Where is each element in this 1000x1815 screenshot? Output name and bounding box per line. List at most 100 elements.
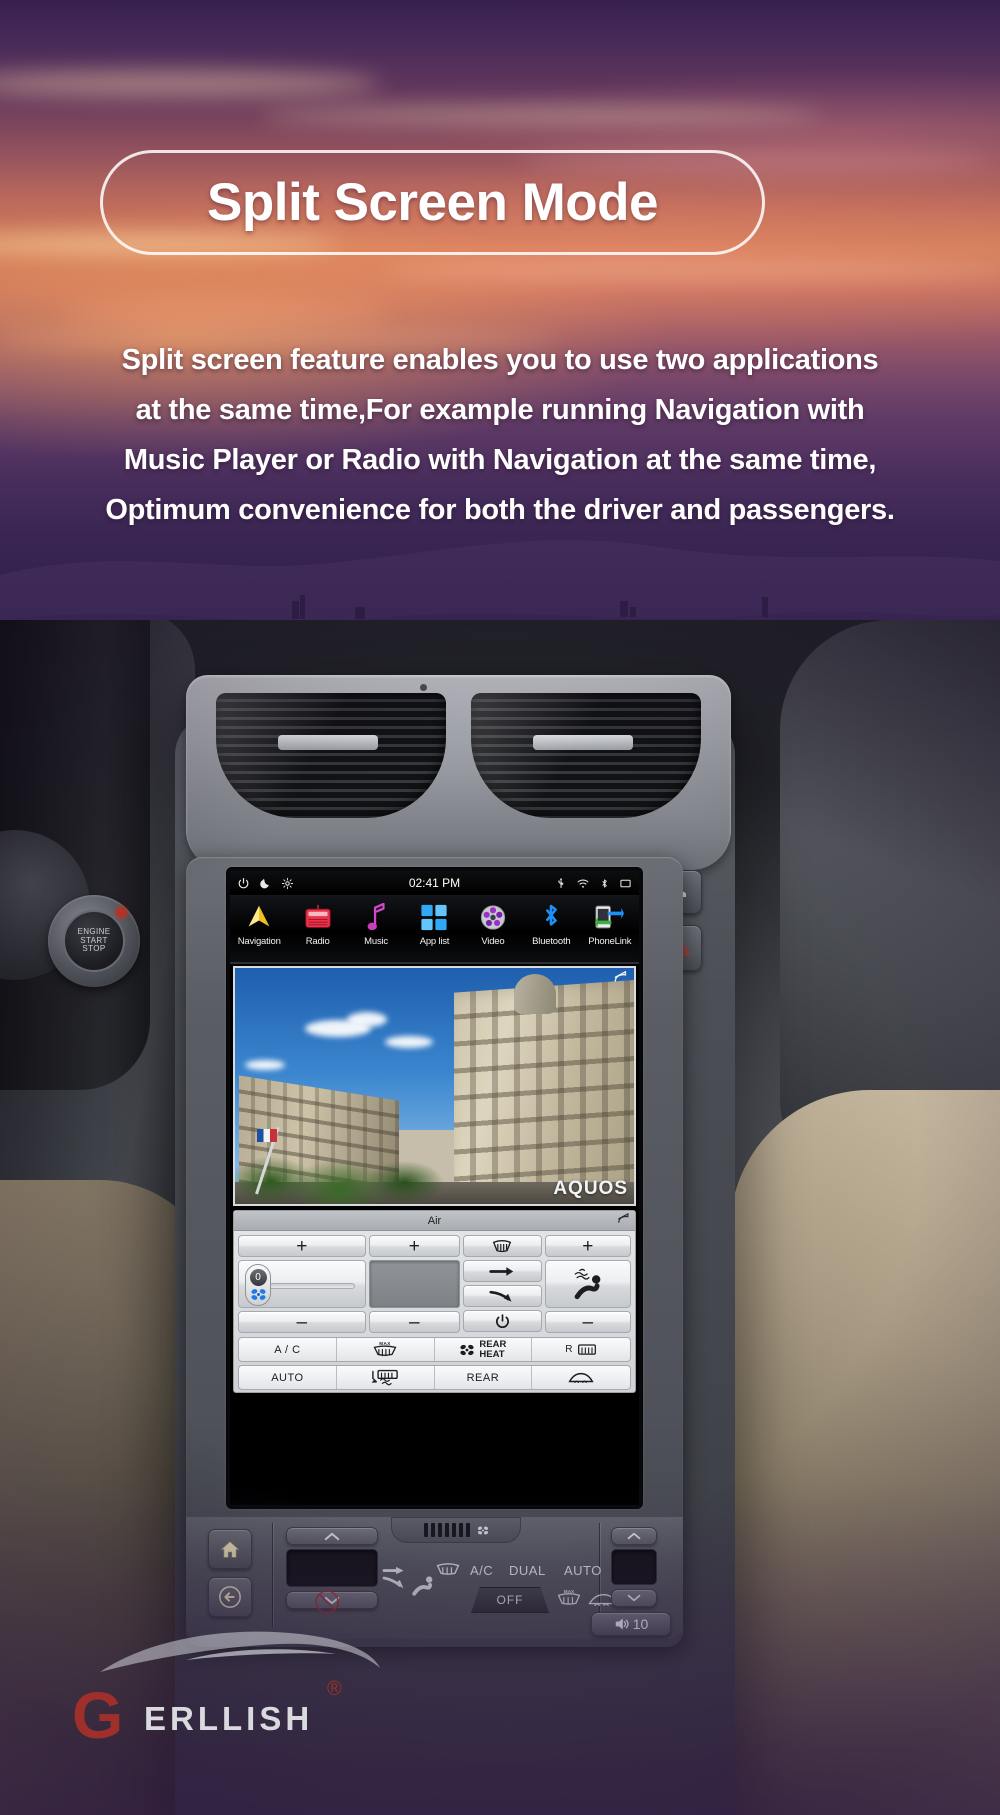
rear-heat-line2: HEAT — [479, 1348, 505, 1360]
seat-airflow-button[interactable] — [544, 1260, 631, 1308]
temperature-readout — [368, 1260, 460, 1308]
back-arrow-icon — [219, 1586, 241, 1608]
ac-label: A / C — [274, 1343, 301, 1356]
fan-slider-knob[interactable]: 0 — [245, 1264, 271, 1306]
airflow-feet-button[interactable] — [462, 1285, 542, 1307]
building-turret — [514, 974, 556, 1014]
back-button[interactable] — [208, 1577, 252, 1617]
fan-icon — [460, 1344, 475, 1355]
vent-slat — [444, 1523, 449, 1537]
head-unit: 02:41 PM Navigation Radio Music App list… — [186, 857, 683, 1647]
right-rocker-down-button[interactable] — [611, 1589, 657, 1607]
brightness-icon[interactable] — [281, 877, 294, 890]
front-defrost-button[interactable] — [462, 1235, 542, 1257]
engine-start-stop-button[interactable]: ENGINE START STOP — [48, 895, 140, 987]
svg-text:MAX: MAX — [379, 1341, 390, 1346]
app-music[interactable]: Music — [347, 896, 405, 947]
hero-description: Split screen feature enables you to use … — [0, 335, 1000, 535]
app-video[interactable]: Video — [464, 896, 522, 947]
rear-defrost-top-button[interactable]: + — [544, 1235, 631, 1257]
right-seat — [730, 1090, 1000, 1815]
rear-label: REAR — [466, 1371, 500, 1384]
status-bar: 02:41 PM — [230, 871, 639, 896]
title-frame: Split Screen Mode — [100, 150, 765, 255]
app-navigation[interactable]: Navigation — [230, 896, 288, 947]
rear-window-defrost-icon — [568, 1372, 594, 1383]
airflow-face-button[interactable] — [462, 1260, 542, 1282]
vent-slat — [423, 1523, 428, 1537]
navigation-arrow-icon — [245, 900, 273, 934]
car-interior-photo: ENGINE START STOP 02:41 PM Navigation Ra… — [0, 620, 1000, 1815]
climate-power-button[interactable] — [462, 1310, 542, 1332]
seat-column: + – — [544, 1235, 631, 1333]
app-bluetooth[interactable]: Bluetooth — [522, 896, 580, 947]
volume-display[interactable]: 10 — [591, 1612, 671, 1636]
bluetooth-icon — [540, 900, 562, 934]
right-rocker-up-button[interactable] — [611, 1527, 657, 1545]
climate-row-two: AUTO REAR — [238, 1365, 631, 1390]
description-line: Split screen feature enables you to use … — [121, 344, 879, 376]
app-label: Radio — [305, 936, 330, 947]
rear-heat-line1: REAR — [479, 1338, 507, 1350]
vent-slat — [430, 1523, 435, 1537]
vent-slat — [465, 1523, 470, 1537]
no-entry-marker-icon — [314, 1589, 340, 1621]
back-arrow-icon[interactable] — [616, 1212, 630, 1226]
brand-logo: G ERLLISH ® — [72, 1620, 380, 1748]
street-trees — [235, 1138, 455, 1204]
music-note-icon — [364, 900, 388, 934]
rear-defrost-bottom-button[interactable]: – — [544, 1311, 631, 1333]
moon-icon[interactable] — [259, 877, 272, 890]
seat-heat-button[interactable] — [337, 1366, 435, 1389]
passenger-temp-up-button[interactable]: + — [368, 1235, 460, 1257]
left-rocker-up-button[interactable] — [286, 1527, 378, 1545]
ac-button[interactable]: A / C — [239, 1338, 337, 1361]
grid-apps-icon — [420, 900, 448, 934]
rear-defrost-button[interactable]: R — [532, 1338, 630, 1361]
climate-off-button[interactable]: OFF — [471, 1587, 549, 1613]
video-watermark: AQUOS — [553, 1178, 628, 1199]
minus-label: – — [582, 1311, 594, 1333]
app-label: Music — [364, 936, 388, 947]
seat-heat-icon — [371, 1369, 398, 1386]
max-front-defrost-button[interactable]: MAX — [337, 1338, 435, 1361]
back-arrow-icon[interactable] — [612, 970, 628, 985]
chevron-up-icon — [627, 1532, 641, 1540]
rear-heat-label: REAR HEAT — [479, 1338, 507, 1360]
auto-button[interactable]: AUTO — [239, 1366, 337, 1389]
infotainment-screen[interactable]: 02:41 PM Navigation Radio Music App list… — [230, 871, 639, 1505]
app-bar: Navigation Radio Music App list Video Bl… — [230, 896, 639, 964]
rear-button[interactable]: REAR — [435, 1366, 533, 1389]
driver-temp-down-button[interactable]: – — [238, 1311, 366, 1333]
app-radio[interactable]: Radio — [288, 896, 346, 947]
right-display-window — [611, 1549, 657, 1585]
car-swoosh-icon — [100, 1631, 380, 1672]
app-app-list[interactable]: App list — [405, 896, 463, 947]
passenger-temp-down-button[interactable]: – — [368, 1311, 460, 1333]
fan-slider-track — [269, 1283, 355, 1289]
off-label: OFF — [496, 1593, 524, 1607]
max-defrost-icon: MAX — [557, 1589, 581, 1605]
rear-window-defrost-button[interactable] — [532, 1366, 630, 1389]
minus-label: – — [408, 1311, 420, 1333]
fan-speed-slider[interactable]: 0 — [238, 1260, 366, 1308]
engine-start-stop-label: ENGINE START STOP — [63, 910, 125, 972]
app-phonelink[interactable]: PhoneLink — [581, 896, 639, 947]
climate-panel: Air + 0 – + – + – A / C MAX REAR HEAT R … — [233, 1210, 636, 1393]
power-icon[interactable] — [237, 877, 250, 890]
vent-slat — [437, 1523, 442, 1537]
fan-level-value: 0 — [249, 1268, 267, 1286]
plus-label: + — [582, 1235, 594, 1257]
auto-label: AUTO — [271, 1371, 304, 1384]
video-pane[interactable]: AQUOS — [233, 966, 636, 1206]
power-icon — [495, 1313, 509, 1328]
driver-temp-up-button[interactable]: + — [238, 1235, 366, 1257]
start-indicator-light — [116, 907, 127, 918]
app-label: Navigation — [237, 936, 281, 947]
app-label: App list — [419, 936, 450, 947]
home-button[interactable] — [208, 1529, 252, 1569]
climate-controls-grid: + 0 – + – + – — [234, 1231, 635, 1333]
cloud — [245, 1060, 285, 1070]
driver-temp-column: + 0 – — [238, 1235, 366, 1333]
rear-heat-button[interactable]: REAR HEAT — [435, 1338, 533, 1361]
